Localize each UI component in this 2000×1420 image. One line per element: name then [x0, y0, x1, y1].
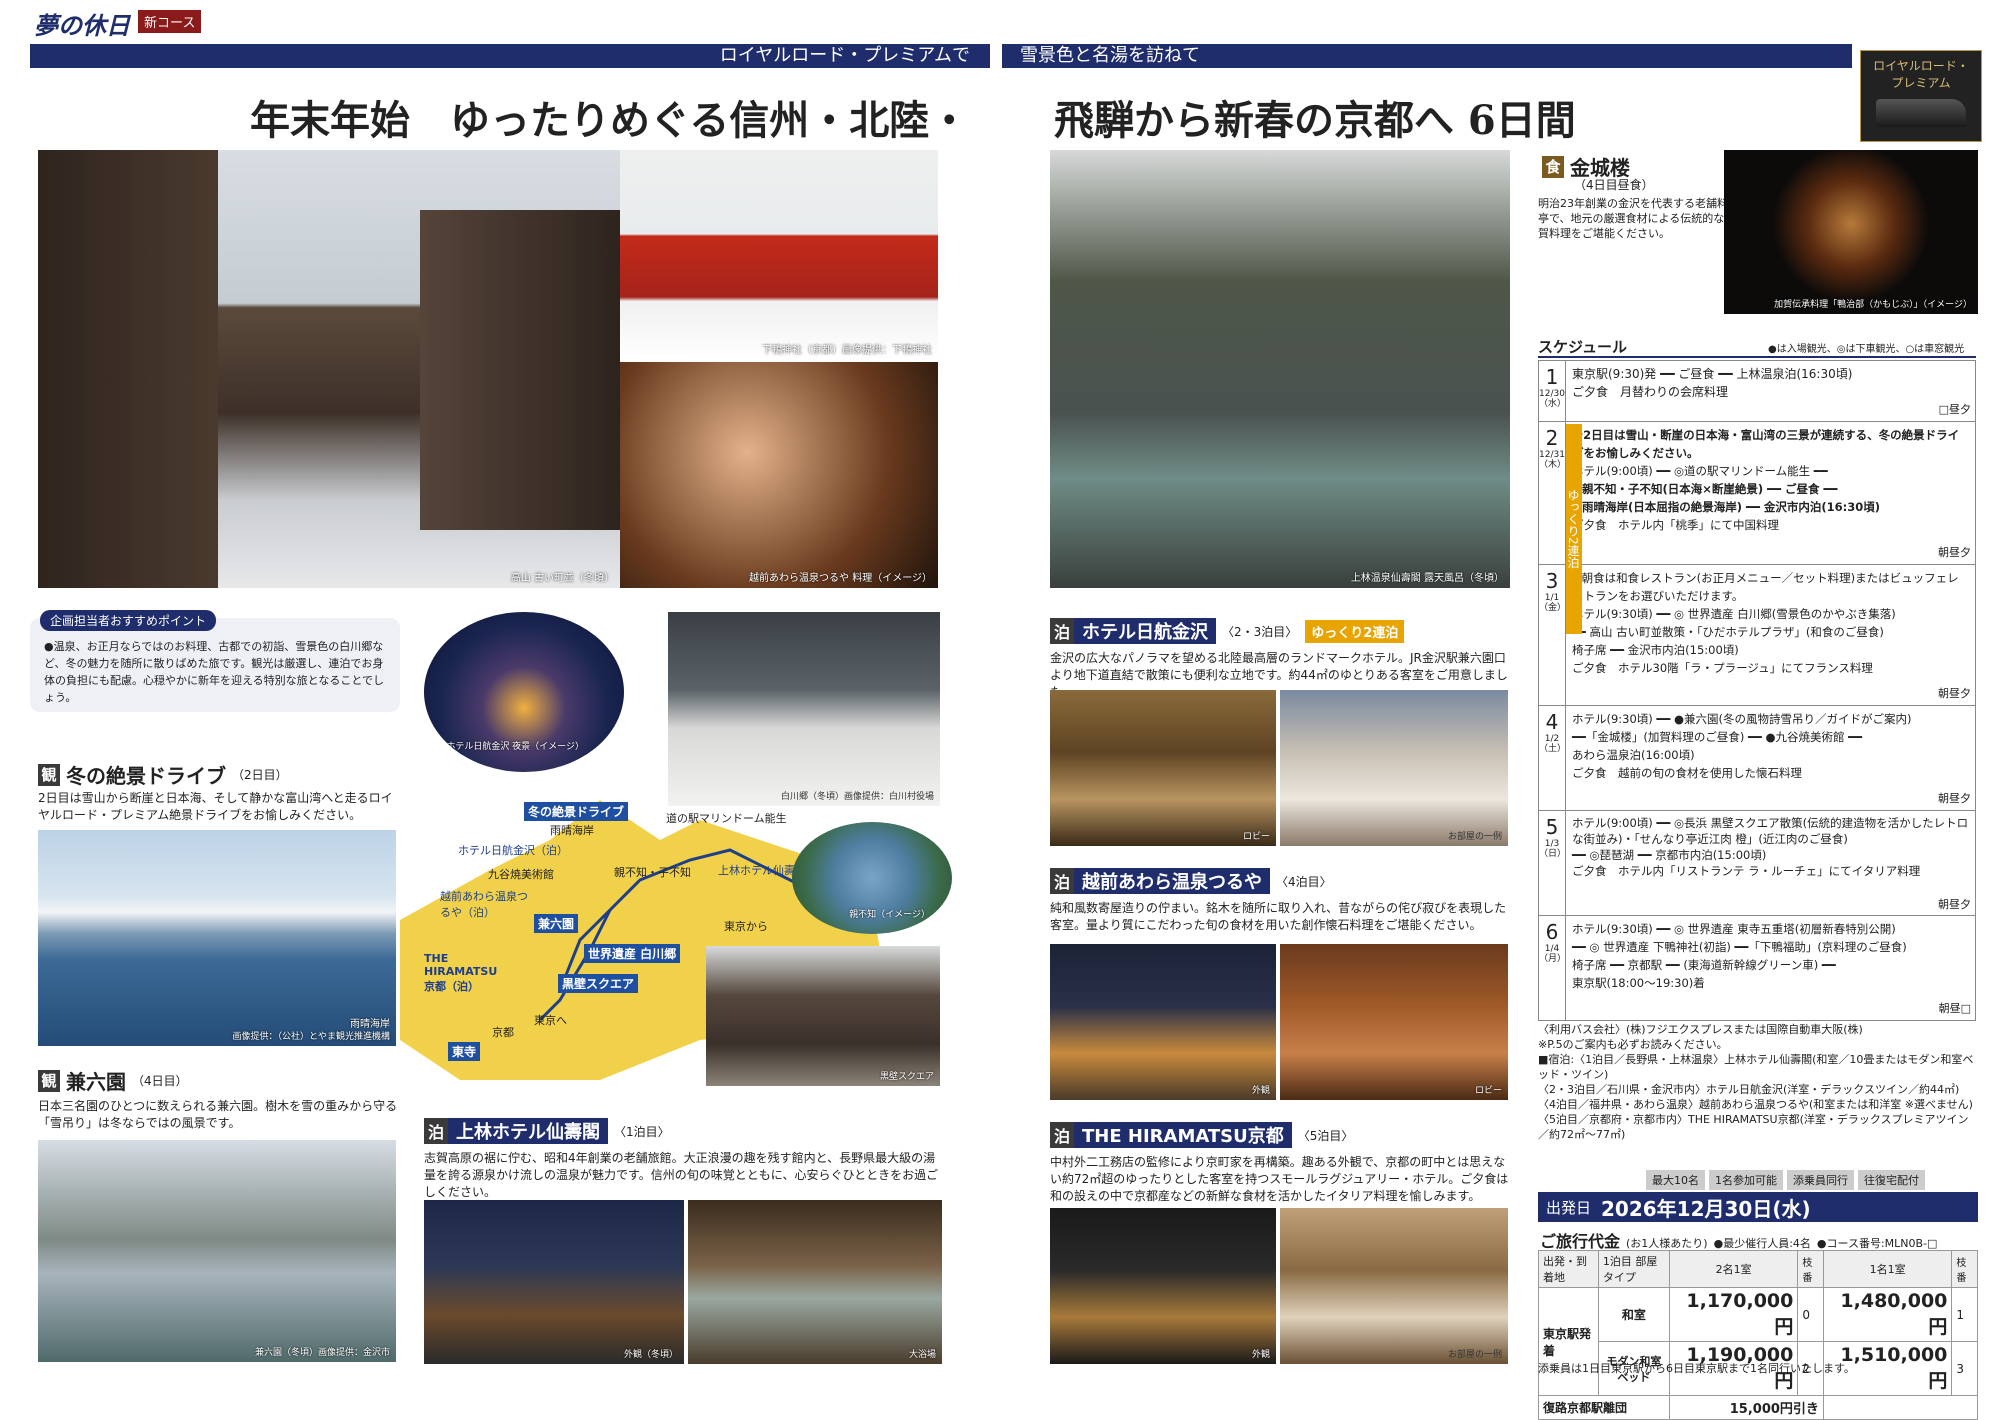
map-kokuheki: 黒壁スクエア [558, 974, 639, 993]
drive-text: 2日目は雪山から断崖と日本海、そして静かな富山湾へと走るロイヤルロード・プレミア… [38, 791, 393, 822]
photo-hiramatsu-ext: 外観 [1050, 1208, 1276, 1364]
tag-single: 1名参加可能 [1709, 1170, 1783, 1190]
photo-hiramatsu-room: お部屋の一例 [1280, 1208, 1508, 1364]
kenroku-head: 観 兼六園 （4日目） [38, 1066, 188, 1095]
departure-bar: 出発日 2026年12月30日(水) [1538, 1192, 1978, 1222]
schedule-side-label: ゆっくり2連泊 [1566, 424, 1582, 634]
map-label-kyoto: 京都 [492, 1026, 514, 1039]
recommend-text: ●温泉、お正月ならではのお料理、古都での初詣、雪景色の白川郷など、冬の魅力を随所… [44, 640, 385, 704]
map-label-tokyo-to: 東京へ [534, 1014, 567, 1027]
tsuruya-bar: 泊 越前あわら温泉つるや 〈4泊目〉 [1050, 868, 1332, 894]
photo-takayama: 高山 古い町並（冬頃） [38, 150, 620, 588]
photo-kenroku: 兼六園（冬頃）画像提供：金沢市 [38, 1140, 396, 1362]
schedule-day-5: 5 1/3（日） ホテル(9:00頃) ━━ ◎長浜 黒壁スクエア散策(伝統的建造… [1538, 811, 1976, 916]
schedule-day-3: 3 1/1（金） ※朝食は和食レストラン(お正月メニュー／セット料理)またはビュッ… [1538, 565, 1976, 706]
kinjoro-text: 明治23年創業の金沢を代表する老舗料亭で、地元の厳選食材による伝統的な加賀料理を… [1538, 197, 1736, 240]
map-label-oyashirazu: 親不知・子不知 [614, 866, 691, 879]
schedule-table: 1 12/30（水） 東京駅(9:30)発 ━━ ご昼食 ━━ 上林温泉泊(16:… [1538, 360, 1976, 1021]
map-drive-label: 冬の絶景ドライブ [524, 802, 629, 821]
map-label-tsuruya: 越前あわら温泉つるや（泊） [440, 890, 528, 919]
map-toji: 東寺 [448, 1042, 481, 1061]
brand-logo: 夢の休日 [34, 11, 130, 40]
photo-tsuruya-food: 越前あわら温泉つるや 料理（イメージ） [620, 362, 938, 588]
price-footer: 添乗員は1日目東京駅から6日目東京駅まで1名同行いたします。 [1538, 1362, 1855, 1375]
new-course-badge: 新コース [138, 10, 202, 33]
photo-nikko-lobby: ロビー [1050, 690, 1276, 846]
tsuruya-text: 純和風数寄屋造りの佇まい。銘木を随所に取り入れ、昔ながらの侘び寂びを表現した客室… [1050, 901, 1507, 932]
photo-amaharashi: 雨晴海岸 画像提供：（公社）とやま観光推進機構 [38, 830, 396, 1046]
price-1p-washitsu: 1,480,000円 [1822, 1287, 1953, 1342]
schedule-day-4: 4 1/2（土） ホテル(9:30頃) ━━ ●兼六園(冬の風物詩雪吊り／ガイドが… [1538, 706, 1976, 811]
price-2p-washitsu: 1,170,000円 [1668, 1287, 1799, 1342]
premium-badge: ロイヤルロード・ プレミアム [1860, 50, 1982, 142]
hiramatsu-bar: 泊 THE HIRAMATSU京都 〈5泊目〉 [1050, 1122, 1353, 1148]
banner-right: 雪景色と名湯を訪ねて [1002, 44, 1852, 68]
price-head: ご旅行代金 (お1人様あたり) ●最少催行人員:4名 ●コース番号:MLN0B-… [1540, 1232, 1938, 1251]
senjukaku-text: 志賀高原の裾に佇む、昭和4年創業の老舗旅館。大正浪漫の趣を残す館内と、長野県最大… [424, 1151, 939, 1199]
nikko-bar: 泊 ホテル日航金沢 〈2・3泊目〉 ゆっくり2連泊 [1050, 618, 1405, 644]
notes: 〈利用バス会社〉(株)フジエクスプレスまたは国際自動車大阪(株) ※P.5のご案… [1538, 1023, 1974, 1141]
hiramatsu-text: 中村外二工務店の監修により京町家を再構築。趣ある外観で、京都の町中とは思えない約… [1050, 1155, 1509, 1203]
kinjoro-sub: （4日目昼食） [1574, 178, 1654, 192]
map-shirakawago: 世界遺産 白川郷 [584, 944, 681, 963]
schedule-rule [1538, 356, 1976, 358]
tag-delivery: 往復宅配付 [1858, 1170, 1925, 1190]
banner-left: ロイヤルロード・プレミアムで [30, 44, 990, 68]
map-kenrokuen: 兼六園 [534, 914, 579, 933]
photo-nightview: ホテル日航金沢 夜景（イメージ） [424, 612, 624, 772]
schedule-day-6: 6 1/4（月） ホテル(9:30頃) ━━ ◎ 世界遺産 東寺五重塔(初層新春特… [1538, 916, 1976, 1021]
drive-head: 観 冬の絶景ドライブ （2日目） [38, 760, 288, 789]
schedule-day-2: 2 12/31（木） ※2日目は雪山・断崖の日本海・富山湾の三景が連続する、冬の絶… [1538, 422, 1976, 565]
title-right: 飛騨から新春の京都へ 6日間 [1054, 97, 1576, 144]
photo-oyashirazu: 親不知（イメージ） [792, 822, 952, 934]
photo-tsuruya-ext: 外観 [1050, 944, 1276, 1100]
recommend-head: 企画担当者おすすめポイント [40, 610, 217, 631]
photo-shimogamo: 下鴨神社（京都）画像提供：下鴨神社 [620, 150, 938, 360]
photo-senjukaku-ext: 外観（冬頃） [424, 1200, 684, 1364]
departure-date: 2026年12月30日(水) [1601, 1196, 1811, 1221]
price-table: 出発・到着地 1泊目 部屋タイプ 2名1室 枝番 1名1室 枝番 東京駅発着 和… [1538, 1250, 1979, 1420]
schedule-title: スケジュール [1538, 338, 1627, 356]
bus-icon [1876, 99, 1966, 127]
title-left: 年末年始 ゆったりめぐる信州・北陸・ [250, 97, 970, 144]
tag-guide: 添乗員同行 [1787, 1170, 1854, 1190]
photo-kokuheki: 黒壁スクエア [706, 946, 940, 1086]
photo-senjukaku-bath: 大浴場 [688, 1200, 942, 1364]
photo-kagaryori: 加賀伝承料理「鴨治部（かもじぶ）」（イメージ） [1724, 150, 1978, 314]
map-label-nou: 道の駅マリンドーム能生 [666, 812, 787, 825]
photo-nikko-room: お部屋の一例 [1280, 690, 1508, 846]
tag-row: 最大10名 1名参加可能 添乗員同行 往復宅配付 [1646, 1170, 1925, 1190]
map-hiramatsu: THE HIRAMATSU 京都（泊） [424, 952, 498, 993]
senjukaku-bar: 泊 上林ホテル仙壽閣 〈1泊目〉 [424, 1118, 670, 1144]
kenroku-text: 日本三名園のひとつに数えられる兼六園。樹木を雪の重みから守る「雪吊り」は冬ならで… [38, 1099, 398, 1130]
schedule-legend: ●は入場観光、◎は下車観光、○は車窓観光 [1768, 344, 1965, 355]
map-label-nikko: ホテル日航金沢（泊） [458, 844, 568, 857]
recommend-box: 企画担当者おすすめポイント ●温泉、お正月ならではのお料理、古都での初詣、雪景色… [30, 610, 400, 712]
map-label-kutani: 九谷焼美術館 [488, 868, 554, 881]
photo-onsen: 上林温泉仙壽閣 露天風呂（冬頃） [1050, 150, 1510, 588]
map-label-tokyo-from: 東京から [724, 920, 768, 933]
photo-tsuruya-lobby: ロビー [1280, 944, 1508, 1100]
tag-max: 最大10名 [1646, 1170, 1705, 1190]
schedule-day-1: 1 12/30（水） 東京駅(9:30)発 ━━ ご昼食 ━━ 上林温泉泊(16:… [1538, 360, 1976, 422]
map-label-amaharashi: 雨晴海岸 [550, 824, 594, 837]
photo-shirakawago: 白川郷（冬頃）画像提供：白川村役場 [668, 612, 940, 806]
